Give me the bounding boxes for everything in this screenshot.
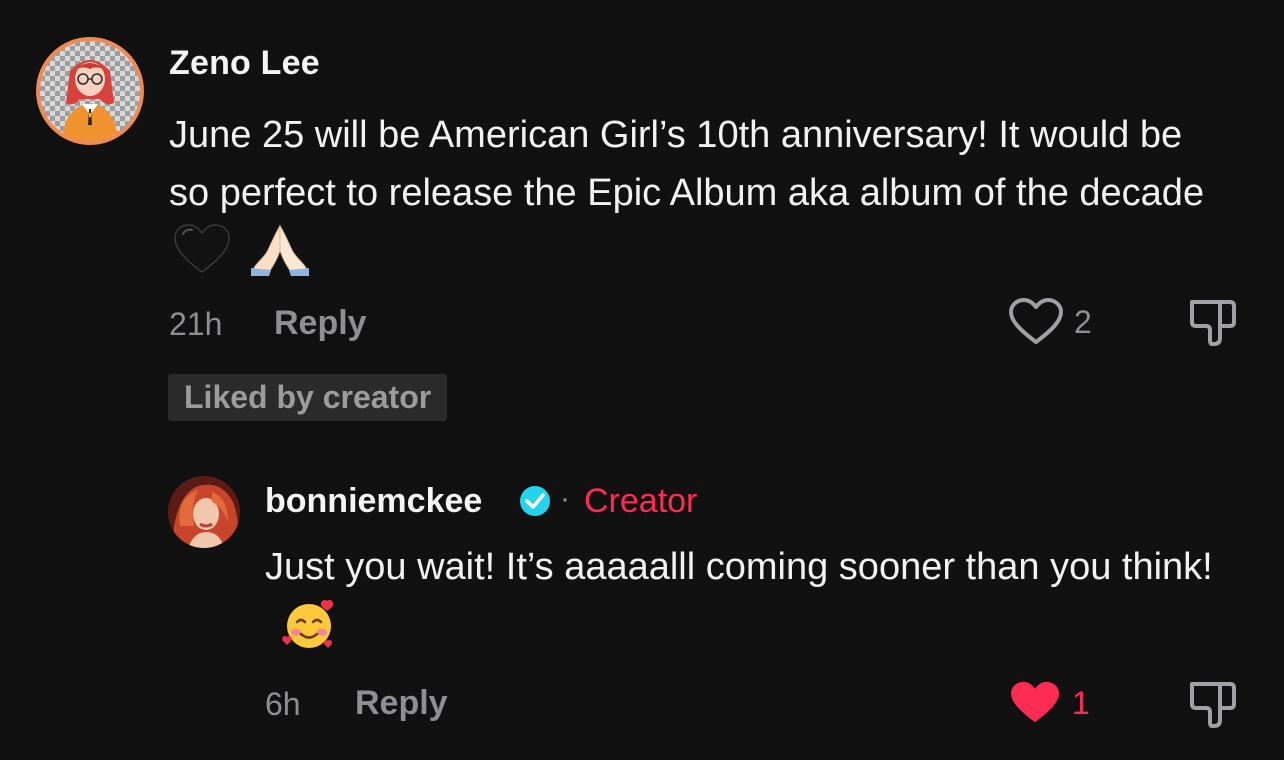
comment-timestamp: 21h — [169, 306, 223, 342]
like-button[interactable]: 2 — [1008, 298, 1092, 346]
reply-timestamp: 6h — [265, 686, 301, 722]
reply-avatar[interactable] — [168, 476, 240, 548]
thumbs-down-icon — [1190, 682, 1236, 728]
reply-like-count: 1 — [1072, 684, 1090, 721]
reply-dislike-button[interactable] — [1186, 678, 1238, 735]
avatar[interactable] — [36, 37, 144, 145]
reply-text-content: Just you wait! It’s aaaaalll coming soon… — [265, 546, 1213, 588]
comment-text-content: June 25 will be American Girl’s 10th ann… — [169, 114, 1205, 214]
comment-text: June 25 will be American Girl’s 10th ann… — [169, 106, 1229, 293]
liked-by-creator-badge: Liked by creator — [168, 374, 448, 421]
dislike-button[interactable] — [1186, 296, 1238, 353]
like-count: 2 — [1074, 303, 1092, 340]
separator-dot: · — [560, 482, 570, 515]
avatar-character-icon — [62, 60, 118, 141]
avatar-photo-icon — [168, 476, 240, 548]
comment-item: Zeno Lee June 25 will be American Girl’s… — [0, 0, 1284, 440]
reply-button[interactable]: Reply — [274, 304, 367, 343]
thumbs-down-icon — [1190, 300, 1236, 346]
reply-text: Just you wait! It’s aaaaalll coming soon… — [265, 538, 1255, 669]
avatar-image — [40, 41, 140, 141]
heart-filled-icon — [1011, 681, 1059, 723]
black-heart-emoji-icon — [173, 224, 231, 291]
heart-outline-icon — [1009, 298, 1063, 344]
creator-label: Creator — [584, 482, 698, 520]
reply-like-button[interactable]: 1 — [1008, 680, 1090, 726]
verified-badge-icon — [518, 484, 552, 523]
reply-username[interactable]: bonniemckee — [265, 482, 482, 521]
folded-hands-emoji-icon — [249, 222, 311, 293]
smiling-face-with-hearts-emoji-icon — [281, 596, 337, 669]
comment-username[interactable]: Zeno Lee — [169, 44, 320, 83]
reply-reply-button[interactable]: Reply — [355, 684, 448, 723]
